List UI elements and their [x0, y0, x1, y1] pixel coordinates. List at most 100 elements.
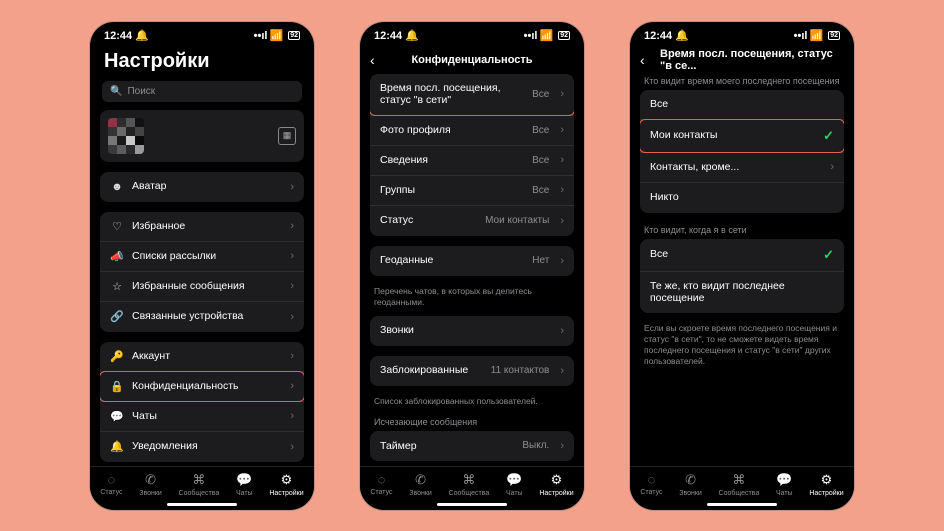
chevron-right-icon: ›	[290, 181, 294, 193]
tab-Настройки[interactable]: ⚙Настройки	[539, 472, 573, 497]
row-calls[interactable]: Звонки ›	[370, 316, 574, 346]
chevron-right-icon: ›	[560, 184, 564, 196]
status-bar: 12:44 🔔 ••ıl 📶92	[360, 22, 584, 46]
row-icon: ♡	[110, 220, 124, 233]
row-icon: 💬	[110, 410, 124, 423]
search-input[interactable]: 🔍 Поиск	[102, 81, 302, 102]
home-indicator	[707, 503, 777, 506]
tab-icon: 💬	[776, 472, 792, 488]
row-icon: 🔔	[110, 440, 124, 453]
tab-icon: ⌘	[732, 472, 745, 488]
tab-icon: ◌	[378, 472, 386, 487]
row-Связанные устройства[interactable]: 🔗Связанные устройства›	[100, 302, 304, 332]
tab-Статус[interactable]: ◌Статус	[370, 472, 392, 496]
nav-header: ‹ Конфиденциальность	[360, 46, 584, 74]
back-button[interactable]: ‹	[370, 52, 384, 68]
phone-lastseen: 12:44 🔔 ••ıl 📶92 ‹ Время посл. посещения…	[630, 22, 854, 510]
row-icon: 🔒	[110, 380, 124, 393]
row-Списки рассылки[interactable]: 📣Списки рассылки›	[100, 242, 304, 272]
privacy-row-3[interactable]: ГруппыВсе›	[370, 176, 574, 206]
tab-icon: ✆	[415, 472, 426, 488]
online-option-1[interactable]: Те же, кто видит последнее посещение	[640, 272, 844, 313]
check-icon: ✓	[823, 128, 834, 144]
row-blocked[interactable]: Заблокированные 11 контактов ›	[370, 356, 574, 386]
tab-Статус[interactable]: ◌Статус	[100, 472, 122, 496]
chevron-right-icon: ›	[560, 215, 564, 227]
avatar-image	[108, 118, 144, 154]
tab-icon: ✆	[685, 472, 696, 488]
chevron-right-icon: ›	[560, 365, 564, 377]
lastseen-option-1[interactable]: Мои контакты✓	[640, 120, 844, 153]
row-icon: 🔗	[110, 310, 124, 323]
search-icon: 🔍	[110, 86, 122, 97]
tab-bar: ◌Статус ✆Звонки ⌘Сообщества 💬Чаты ⚙Настройки	[630, 466, 854, 501]
row-Чаты[interactable]: 💬Чаты›	[100, 402, 304, 432]
tab-icon: ◌	[108, 472, 116, 487]
phone-privacy: 12:44 🔔 ••ıl 📶92 ‹ Конфиденциальность Вр…	[360, 22, 584, 510]
chevron-right-icon: ›	[560, 325, 564, 337]
tab-icon: ⚙	[551, 472, 563, 488]
tab-Звонки[interactable]: ✆Звонки	[409, 472, 432, 497]
row-icon: 📣	[110, 250, 124, 263]
chevron-right-icon: ›	[560, 255, 564, 267]
status-bar: 12:44 🔔 ••ıl 📶92	[630, 22, 854, 46]
privacy-row-1[interactable]: Фото профиляВсе›	[370, 116, 574, 146]
tab-icon: ⌘	[192, 472, 205, 488]
tab-Чаты[interactable]: 💬Чаты	[236, 472, 253, 497]
privacy-row-2[interactable]: СведенияВсе›	[370, 146, 574, 176]
tab-bar: ◌Статус ✆Звонки ⌘Сообщества 💬Чаты ⚙Настройки	[90, 466, 314, 501]
chevron-right-icon: ›	[290, 410, 294, 422]
chevron-right-icon: ›	[290, 311, 294, 323]
avatar-icon: ☻	[110, 181, 124, 193]
tab-Настройки[interactable]: ⚙Настройки	[809, 472, 843, 497]
row-Аккаунт[interactable]: 🔑Аккаунт›	[100, 342, 304, 372]
tab-Чаты[interactable]: 💬Чаты	[776, 472, 793, 497]
status-bar: 12:44 🔔 ••ıl 📶92	[90, 22, 314, 46]
row-icon: ☆	[110, 280, 124, 293]
privacy-row-0[interactable]: Время посл. посещения, статус "в сети"Вс…	[370, 74, 574, 116]
profile-card[interactable]: ▦	[100, 110, 304, 162]
battery-icon: 92	[288, 31, 300, 40]
tab-Звонки[interactable]: ✆Звонки	[679, 472, 702, 497]
chevron-right-icon: ›	[830, 161, 834, 173]
tab-icon: ✆	[145, 472, 156, 488]
row-avatar[interactable]: ☻ Аватар ›	[100, 172, 304, 202]
phone-settings: 12:44 🔔 ••ıl 📶92 Настройки 🔍 Поиск ▦ ☻ А…	[90, 22, 314, 510]
chevron-right-icon: ›	[560, 154, 564, 166]
tab-icon: 💬	[236, 472, 252, 488]
row-Избранные сообщения[interactable]: ☆Избранные сообщения›	[100, 272, 304, 302]
tab-Статус[interactable]: ◌Статус	[640, 472, 662, 496]
tab-Сообщества[interactable]: ⌘Сообщества	[719, 472, 760, 497]
row-geo[interactable]: Геоданные Нет ›	[370, 246, 574, 276]
tab-Звонки[interactable]: ✆Звонки	[139, 472, 162, 497]
home-indicator	[437, 503, 507, 506]
online-option-0[interactable]: Все✓	[640, 239, 844, 272]
chevron-right-icon: ›	[290, 250, 294, 262]
chevron-right-icon: ›	[290, 220, 294, 232]
lastseen-option-3[interactable]: Никто	[640, 183, 844, 213]
tab-Сообщества[interactable]: ⌘Сообщества	[449, 472, 490, 497]
lastseen-option-2[interactable]: Контакты, кроме...›	[640, 153, 844, 183]
chevron-right-icon: ›	[560, 88, 564, 100]
tab-icon: ◌	[648, 472, 656, 487]
chevron-right-icon: ›	[290, 280, 294, 292]
tab-icon: ⚙	[281, 472, 293, 488]
tab-Чаты[interactable]: 💬Чаты	[506, 472, 523, 497]
row-Конфиденциальность[interactable]: 🔒Конфиденциальность›	[100, 372, 304, 402]
row-Избранное[interactable]: ♡Избранное›	[100, 212, 304, 242]
tab-bar: ◌Статус ✆Звонки ⌘Сообщества 💬Чаты ⚙Настройки	[360, 466, 584, 501]
home-indicator	[167, 503, 237, 506]
tab-Настройки[interactable]: ⚙Настройки	[269, 472, 303, 497]
chevron-right-icon: ›	[290, 350, 294, 362]
tab-icon: ⚙	[821, 472, 833, 488]
tab-Сообщества[interactable]: ⌘Сообщества	[179, 472, 220, 497]
row-Уведомления[interactable]: 🔔Уведомления›	[100, 432, 304, 462]
row-icon: 🔑	[110, 350, 124, 363]
lastseen-option-0[interactable]: Все	[640, 90, 844, 120]
privacy-row-4[interactable]: СтатусМои контакты›	[370, 206, 574, 236]
row-timer[interactable]: Таймер Выкл. ›	[370, 431, 574, 461]
back-button[interactable]: ‹	[640, 52, 654, 68]
chevron-right-icon: ›	[290, 441, 294, 453]
qr-icon[interactable]: ▦	[278, 127, 296, 145]
nav-header: ‹ Время посл. посещения, статус "в се...	[630, 46, 854, 74]
